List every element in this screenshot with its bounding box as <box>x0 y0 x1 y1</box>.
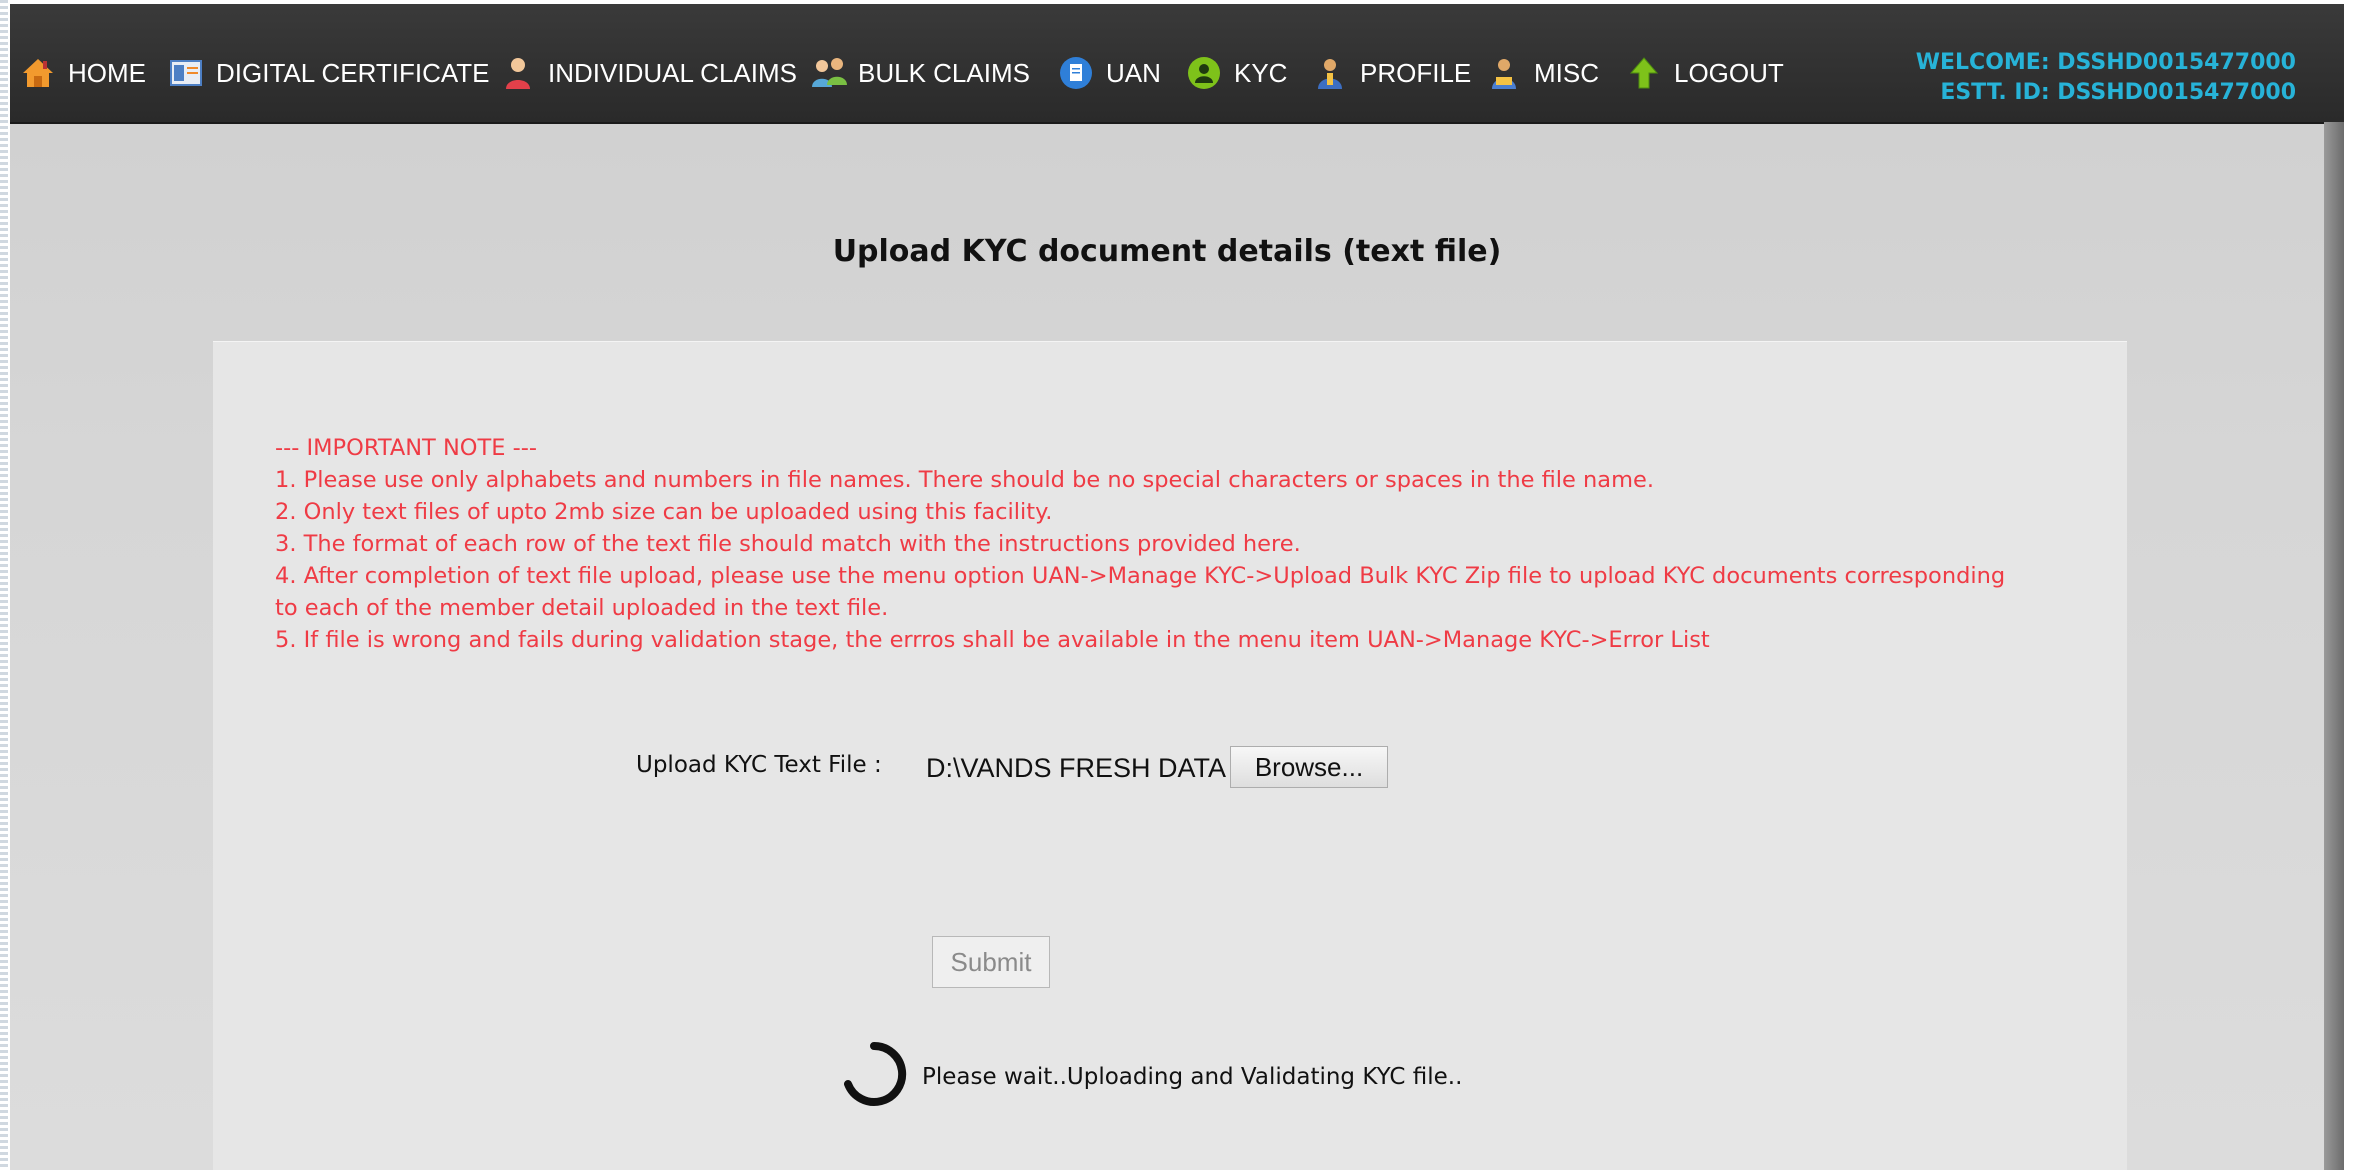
page-title: Upload KYC document details (text file) <box>832 234 1502 269</box>
profile-icon <box>1312 55 1348 91</box>
loading-spinner-icon <box>844 1041 907 1106</box>
top-navbar: HOME DIGITAL CERTIFICATE INDIVIDUAL CLAI… <box>10 4 2344 124</box>
nav-uan-label: UAN <box>1106 57 1161 88</box>
browser-viewport: HOME DIGITAL CERTIFICATE INDIVIDUAL CLAI… <box>10 4 2344 1170</box>
right-scroll-shadow <box>2324 122 2344 1170</box>
home-icon <box>20 55 56 91</box>
nav-digital-certificate[interactable]: DIGITAL CERTIFICATE <box>168 50 490 96</box>
people-icon <box>810 55 847 91</box>
arrow-up-icon <box>1626 55 1662 91</box>
nav-logout[interactable]: LOGOUT <box>1626 50 1784 96</box>
nav-logout-label: LOGOUT <box>1674 57 1784 88</box>
nav-home[interactable]: HOME <box>20 50 146 96</box>
person-icon <box>500 55 536 91</box>
upload-kyc-label: Upload KYC Text File : <box>636 752 882 778</box>
note-line: to each of the member detail uploaded in… <box>275 595 889 621</box>
important-note: --- IMPORTANT NOTE --- 1. Please use onl… <box>275 432 2115 656</box>
nav-misc[interactable]: MISC <box>1486 50 1599 96</box>
page-left-border <box>0 0 8 1170</box>
nav-home-label: HOME <box>68 57 146 88</box>
nav-individual-claims-label: INDIVIDUAL CLAIMS <box>548 57 797 88</box>
document-icon <box>1058 55 1094 91</box>
submit-button[interactable]: Submit <box>932 936 1050 988</box>
nav-individual-claims[interactable]: INDIVIDUAL CLAIMS <box>500 50 797 96</box>
file-path-input[interactable]: D:\VANDS FRESH DATA <box>926 748 1238 788</box>
user-circle-icon <box>1186 55 1222 91</box>
nav-bulk-claims[interactable]: BULK CLAIMS <box>810 50 1030 96</box>
nav-kyc-label: KYC <box>1234 57 1288 88</box>
note-line: 2. Only text files of upto 2mb size can … <box>275 499 1053 525</box>
misc-icon <box>1486 55 1522 91</box>
certificate-icon <box>168 55 204 91</box>
nav-uan[interactable]: UAN <box>1058 50 1161 96</box>
note-line: 1. Please use only alphabets and numbers… <box>275 467 1654 493</box>
wait-message: Please wait..Uploading and Validating KY… <box>922 1064 1463 1090</box>
nav-bulk-claims-label: BULK CLAIMS <box>858 57 1030 88</box>
note-line: 4. After completion of text file upload,… <box>275 563 2006 589</box>
welcome-text: WELCOME: DSSHD0015477000 <box>1915 50 2296 75</box>
note-line: 5. If file is wrong and fails during val… <box>275 627 1710 653</box>
browse-button[interactable]: Browse... <box>1230 746 1388 788</box>
welcome-info: WELCOME: DSSHD0015477000 ESTT. ID: DSSHD… <box>1916 48 2296 108</box>
note-line: 3. The format of each row of the text fi… <box>275 531 1301 557</box>
nav-misc-label: MISC <box>1534 57 1599 88</box>
nav-kyc[interactable]: KYC <box>1186 50 1287 96</box>
nav-profile-label: PROFILE <box>1360 57 1472 88</box>
estt-id-text: ESTT. ID: DSSHD0015477000 <box>1940 80 2296 105</box>
nav-profile[interactable]: PROFILE <box>1312 50 1471 96</box>
note-header: --- IMPORTANT NOTE --- <box>275 435 537 461</box>
nav-digital-certificate-label: DIGITAL CERTIFICATE <box>216 57 490 88</box>
